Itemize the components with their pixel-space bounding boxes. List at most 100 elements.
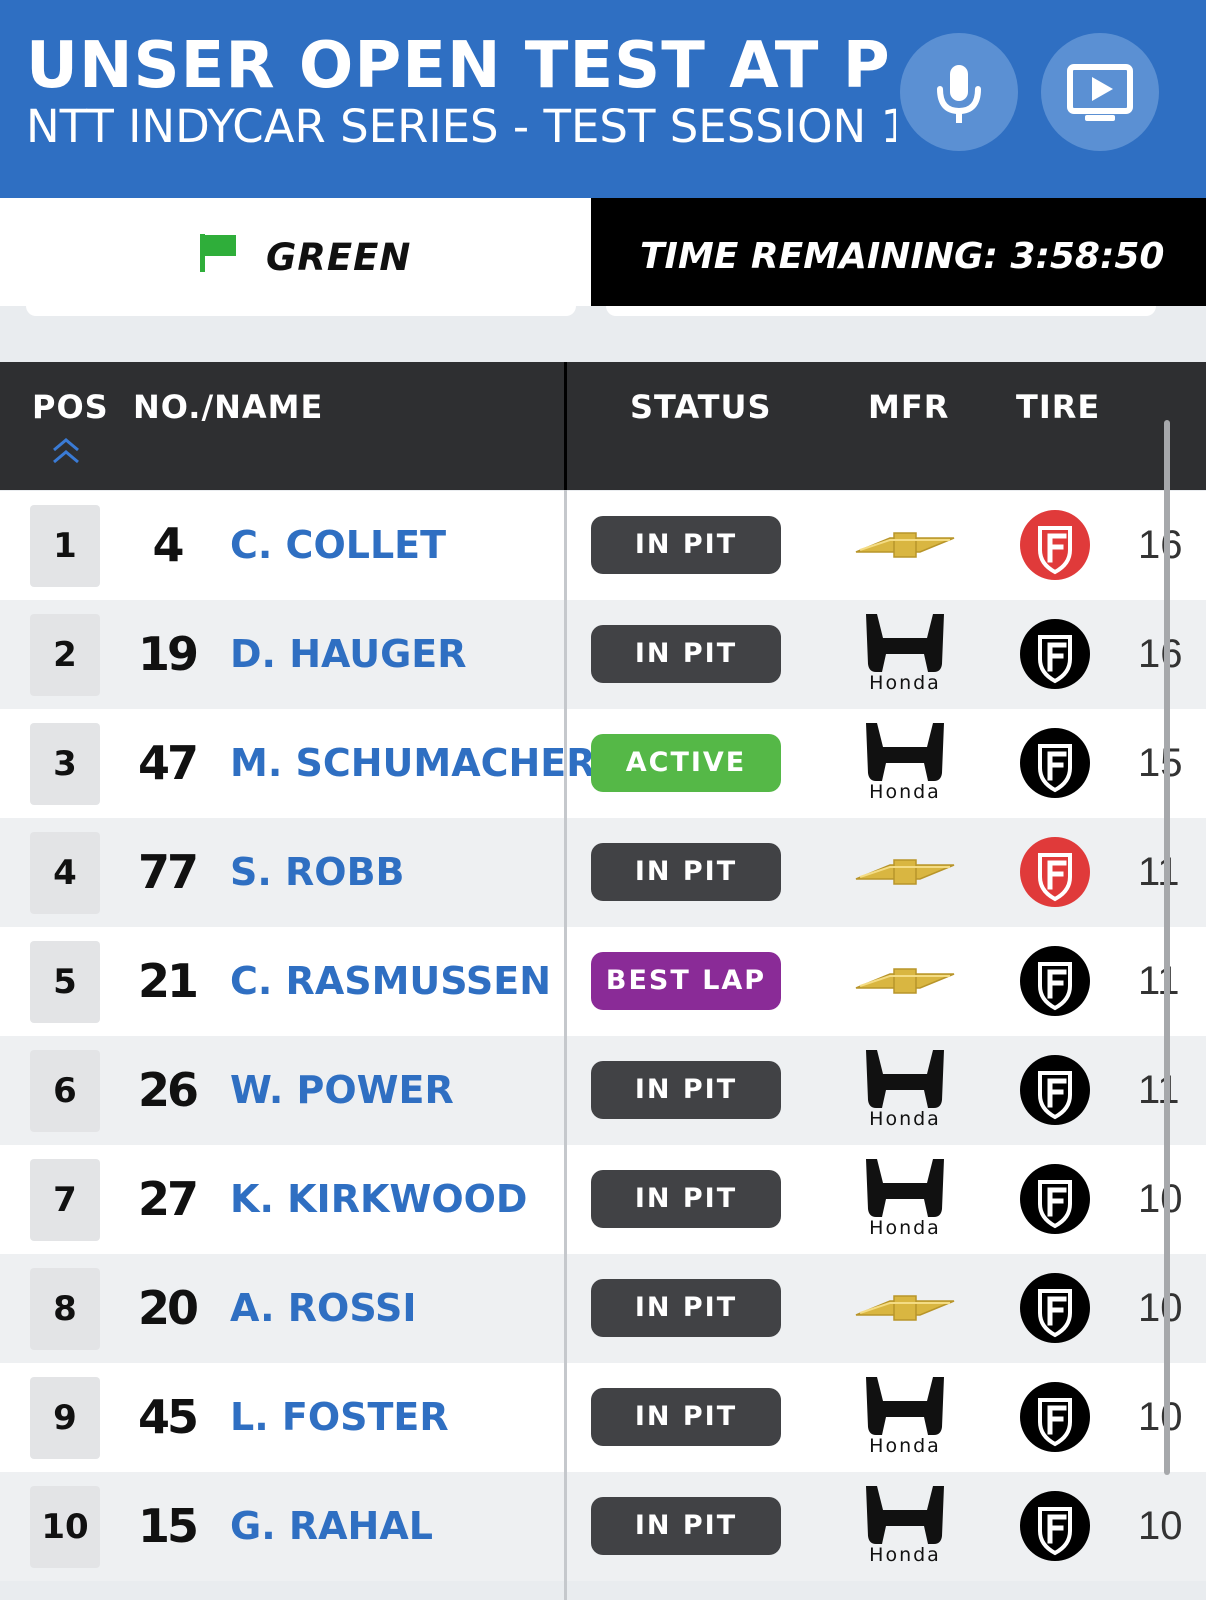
status-badge: BEST LAP	[591, 952, 781, 1010]
audio-button[interactable]	[900, 33, 1018, 151]
status-badge: IN PIT	[591, 843, 781, 901]
firestone-tire-icon	[1020, 837, 1090, 907]
firestone-tire-icon	[1020, 1164, 1090, 1234]
tire-cell	[1020, 1055, 1090, 1125]
scrollbar[interactable]	[1164, 420, 1170, 1475]
position-box: 10	[30, 1486, 100, 1568]
table-row[interactable]: 1 4 C. COLLET IN PIT 16	[0, 491, 1206, 600]
position-box: 7	[30, 1159, 100, 1241]
tire-cell	[1020, 1382, 1090, 1452]
driver-name-link[interactable]: K. KIRKWOOD	[230, 1145, 527, 1254]
table-row[interactable]: 7 27 K. KIRKWOOD IN PIT Honda 10	[0, 1145, 1206, 1254]
driver-name-link[interactable]: C. COLLET	[230, 491, 446, 600]
manufacturer-cell	[850, 491, 960, 600]
table-row[interactable]: 5 21 C. RASMUSSEN BEST LAP 11	[0, 927, 1206, 1036]
car-number: 45	[137, 1390, 199, 1444]
laps-value: 10	[1138, 1504, 1183, 1548]
firestone-tire-icon	[1020, 1382, 1090, 1452]
chevrolet-logo-icon	[855, 532, 955, 558]
column-header-name[interactable]: NO./NAME	[133, 388, 323, 426]
position-box: 2	[30, 614, 100, 696]
position-box: 5	[30, 941, 100, 1023]
driver-name-link[interactable]: G. RAHAL	[230, 1472, 433, 1581]
laps-value: 10	[1138, 1395, 1183, 1439]
position-number: 6	[53, 1071, 77, 1111]
table-row[interactable]: 2 19 D. HAUGER IN PIT Honda 16	[0, 600, 1206, 709]
laps-value: 15	[1138, 741, 1183, 785]
tire-cell	[1020, 619, 1090, 689]
microphone-icon	[937, 65, 981, 123]
car-number: 21	[137, 954, 199, 1008]
card-edge-left	[26, 306, 576, 316]
tire-cell	[1020, 510, 1090, 580]
table-row[interactable]: 6 26 W. POWER IN PIT Honda 11	[0, 1036, 1206, 1145]
event-header: UNSER OPEN TEST AT PHO NTT INDYCAR SERIE…	[0, 0, 1206, 198]
firestone-tire-icon	[1020, 510, 1090, 580]
manufacturer-cell: Honda	[850, 600, 960, 709]
table-row[interactable]: 3 47 M. SCHUMACHER ACTIVE Honda 15	[0, 709, 1206, 818]
tire-cell	[1020, 946, 1090, 1016]
manufacturer-cell: Honda	[850, 1145, 960, 1254]
manufacturer-cell	[850, 927, 960, 1036]
status-badge: IN PIT	[591, 1170, 781, 1228]
position-number: 7	[53, 1180, 77, 1220]
laps-value: 16	[1138, 523, 1183, 567]
honda-wordmark: Honda	[869, 672, 941, 694]
driver-name-link[interactable]: W. POWER	[230, 1036, 454, 1145]
video-button[interactable]	[1041, 33, 1159, 151]
sort-ascending-icon[interactable]	[50, 438, 82, 466]
table-row[interactable]: 9 45 L. FOSTER IN PIT Honda 10	[0, 1363, 1206, 1472]
status-badge: IN PIT	[591, 625, 781, 683]
tire-cell	[1020, 728, 1090, 798]
driver-name-link[interactable]: L. FOSTER	[230, 1363, 449, 1472]
driver-name-link[interactable]: S. ROBB	[230, 818, 405, 927]
firestone-tire-icon	[1020, 619, 1090, 689]
position-box: 8	[30, 1268, 100, 1350]
laps-value: 10	[1138, 1177, 1183, 1221]
time-remaining-label: TIME REMAINING: 3:58:50	[640, 236, 1165, 277]
manufacturer-cell	[850, 1254, 960, 1363]
status-badge: IN PIT	[591, 1388, 781, 1446]
driver-name-link[interactable]: C. RASMUSSEN	[230, 927, 551, 1036]
position-number: 1	[53, 526, 77, 566]
table-row[interactable]: 8 20 A. ROSSI IN PIT 10	[0, 1254, 1206, 1363]
position-box: 4	[30, 832, 100, 914]
position-box: 1	[30, 505, 100, 587]
tire-cell	[1020, 1164, 1090, 1234]
session-subtitle: NTT INDYCAR SERIES - TEST SESSION 1	[26, 100, 896, 153]
position-number: 2	[53, 635, 77, 675]
position-number: 10	[41, 1507, 89, 1547]
manufacturer-cell: Honda	[850, 1036, 960, 1145]
driver-name-link[interactable]: M. SCHUMACHER	[230, 709, 596, 818]
position-number: 3	[53, 744, 77, 784]
column-header-status[interactable]: STATUS	[630, 388, 772, 426]
table-row[interactable]: 4 77 S. ROBB IN PIT 11	[0, 818, 1206, 927]
car-number: 27	[137, 1172, 199, 1226]
car-number: 20	[137, 1281, 199, 1335]
honda-wordmark: Honda	[869, 1544, 941, 1566]
firestone-tire-icon	[1020, 1055, 1090, 1125]
position-number: 9	[53, 1398, 77, 1438]
column-header-pos[interactable]: POS	[32, 388, 109, 426]
manufacturer-cell: Honda	[850, 709, 960, 818]
column-header-tire[interactable]: TIRE	[1016, 388, 1100, 426]
status-badge: ACTIVE	[591, 734, 781, 792]
video-play-icon	[1067, 64, 1133, 121]
driver-name-link[interactable]: D. HAUGER	[230, 600, 467, 709]
position-number: 5	[53, 962, 77, 1002]
table-header	[0, 362, 1206, 490]
firestone-tire-icon	[1020, 1491, 1090, 1561]
car-number: 47	[137, 736, 199, 790]
firestone-tire-icon	[1020, 946, 1090, 1016]
car-number: 15	[137, 1499, 199, 1553]
chevrolet-logo-icon	[855, 968, 955, 994]
honda-wordmark: Honda	[869, 1435, 941, 1457]
honda-wordmark: Honda	[869, 1217, 941, 1239]
tire-cell	[1020, 837, 1090, 907]
laps-value: 11	[1138, 850, 1180, 894]
column-header-mfr[interactable]: MFR	[868, 388, 949, 426]
manufacturer-cell: Honda	[850, 1363, 960, 1472]
driver-name-link[interactable]: A. ROSSI	[230, 1254, 417, 1363]
table-row[interactable]: 10 15 G. RAHAL IN PIT Honda 10	[0, 1472, 1206, 1581]
status-badge: IN PIT	[591, 1497, 781, 1555]
